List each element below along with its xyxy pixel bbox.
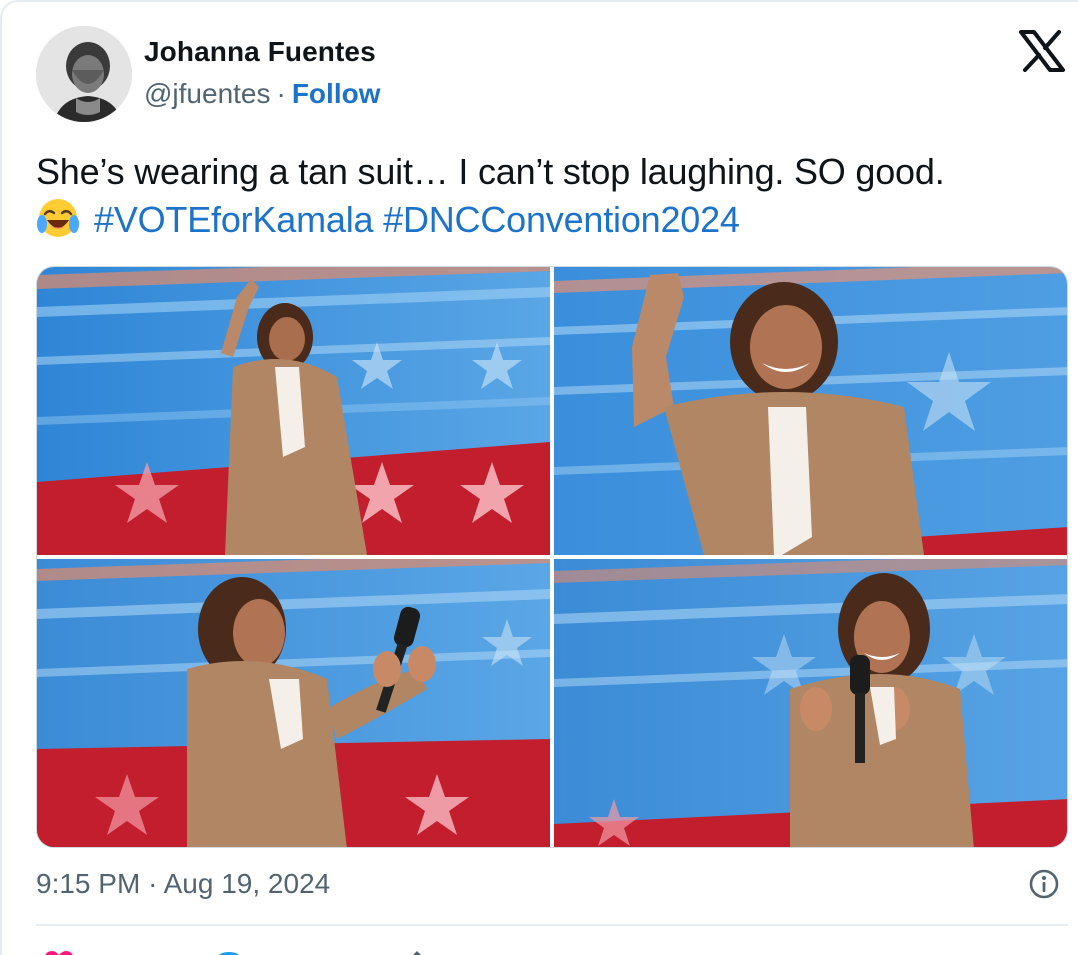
tweet-text: She’s wearing a tan suit… I can’t stop l… — [36, 148, 1076, 244]
photo-1[interactable] — [37, 267, 550, 555]
tweet-card: Johanna Fuentes @jfuentes · Follow She’s w… — [0, 0, 1078, 955]
separator-dot: · — [276, 78, 286, 109]
face-with-tears-of-joy-icon — [36, 196, 80, 240]
action-bar — [36, 942, 1068, 955]
author-handle-row: @jfuentes · Follow — [144, 78, 380, 110]
hashtag-link[interactable]: #DNCConvention2024 — [383, 199, 740, 240]
timestamp-time: 9:15 PM — [36, 868, 141, 899]
heart-icon[interactable] — [44, 950, 74, 955]
avatar[interactable] — [36, 26, 132, 122]
reply-icon[interactable] — [214, 950, 244, 955]
tweet-text-line-2: #VOTEforKamala #DNCConvention2024 — [36, 196, 1076, 244]
photo-2[interactable] — [554, 267, 1067, 555]
author-name[interactable]: Johanna Fuentes — [144, 36, 376, 68]
tweet-text-line-1: She’s wearing a tan suit… I can’t stop l… — [36, 151, 945, 192]
x-logo-icon[interactable] — [1019, 30, 1065, 72]
tweet-timestamp[interactable]: 9:15 PM · Aug 19, 2024 — [36, 868, 330, 900]
photo-4[interactable] — [554, 559, 1067, 847]
timestamp-date: Aug 19, 2024 — [163, 868, 331, 899]
info-icon[interactable] — [1028, 868, 1060, 900]
share-icon[interactable] — [404, 950, 430, 955]
follow-button[interactable]: Follow — [292, 78, 381, 109]
photo-3[interactable] — [37, 559, 550, 847]
author-handle[interactable]: @jfuentes — [144, 78, 271, 109]
media-grid — [36, 266, 1068, 848]
avatar-image — [36, 26, 132, 122]
divider — [36, 924, 1068, 926]
hashtag-link[interactable]: #VOTEforKamala — [94, 199, 374, 240]
separator-dot: · — [148, 868, 158, 899]
